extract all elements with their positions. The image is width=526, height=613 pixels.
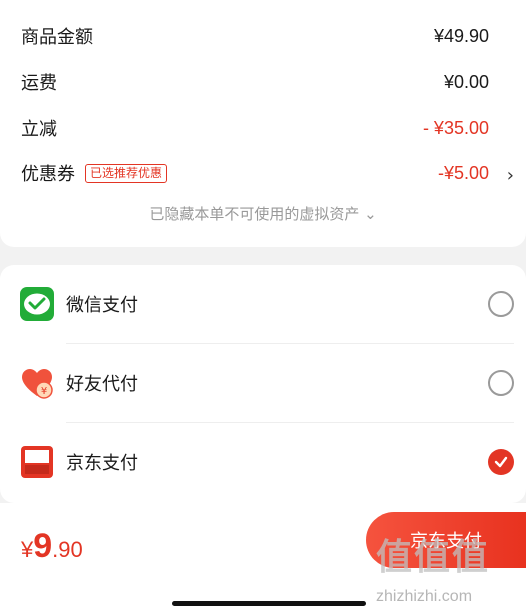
watermark-url: zhizhizhi.com <box>376 588 473 605</box>
jd-pay-icon <box>21 446 53 478</box>
watermark-logo: 值值值 <box>376 537 491 578</box>
check-icon <box>494 456 508 468</box>
price-integer: 9 <box>33 527 53 565</box>
shipping-value: ¥0.00 <box>443 71 489 92</box>
payment-option-label: 京东支付 <box>66 453 138 474</box>
discount-row: 立减 - ¥35.00 <box>21 113 489 143</box>
friend-pay-icon: ¥ <box>22 369 53 399</box>
home-indicator <box>172 601 366 606</box>
wechat-pay-icon <box>20 287 54 321</box>
coupon-value: -¥5.00 <box>437 162 489 183</box>
radio-unchecked[interactable] <box>488 370 514 396</box>
payment-option-jd[interactable]: 京东支付 <box>0 423 526 501</box>
payment-option-label: 好友代付 <box>66 374 138 395</box>
payment-option-friend[interactable]: ¥ 好友代付 <box>0 344 526 422</box>
coupon-row[interactable]: 优惠券 已选推荐优惠 -¥5.00 <box>21 158 489 188</box>
currency-symbol: ¥ <box>21 537 34 562</box>
goods-amount-label: 商品金额 <box>21 27 93 48</box>
shipping-label: 运费 <box>21 73 57 94</box>
goods-amount-value: ¥49.90 <box>433 25 489 46</box>
radio-checked[interactable] <box>488 449 514 475</box>
coupon-label: 优惠券 <box>21 164 75 185</box>
svg-text:¥: ¥ <box>41 386 47 397</box>
goods-amount-row: 商品金额 ¥49.90 <box>21 21 489 51</box>
payment-methods: 微信支付 ¥ 好友代付 京东支付 <box>0 265 526 503</box>
coupon-tag-badge: 已选推荐优惠 <box>85 163 168 183</box>
chevron-right-icon[interactable]: › <box>507 165 514 186</box>
price-decimal: .90 <box>52 537 83 562</box>
order-summary: 商品金额 ¥49.90 运费 ¥0.00 立减 - ¥35.00 优惠券 已选推… <box>0 0 526 247</box>
payment-option-label: 微信支付 <box>66 295 138 316</box>
discount-label: 立减 <box>21 119 57 140</box>
hidden-assets-toggle[interactable]: 已隐藏本单不可使用的虚拟资产 ⌄ <box>0 203 526 224</box>
payment-option-wechat[interactable]: 微信支付 <box>0 265 526 343</box>
shipping-row: 运费 ¥0.00 <box>21 67 489 97</box>
discount-value: - ¥35.00 <box>422 117 489 138</box>
radio-unchecked[interactable] <box>488 291 514 317</box>
total-price: ¥9.90 <box>21 527 83 566</box>
